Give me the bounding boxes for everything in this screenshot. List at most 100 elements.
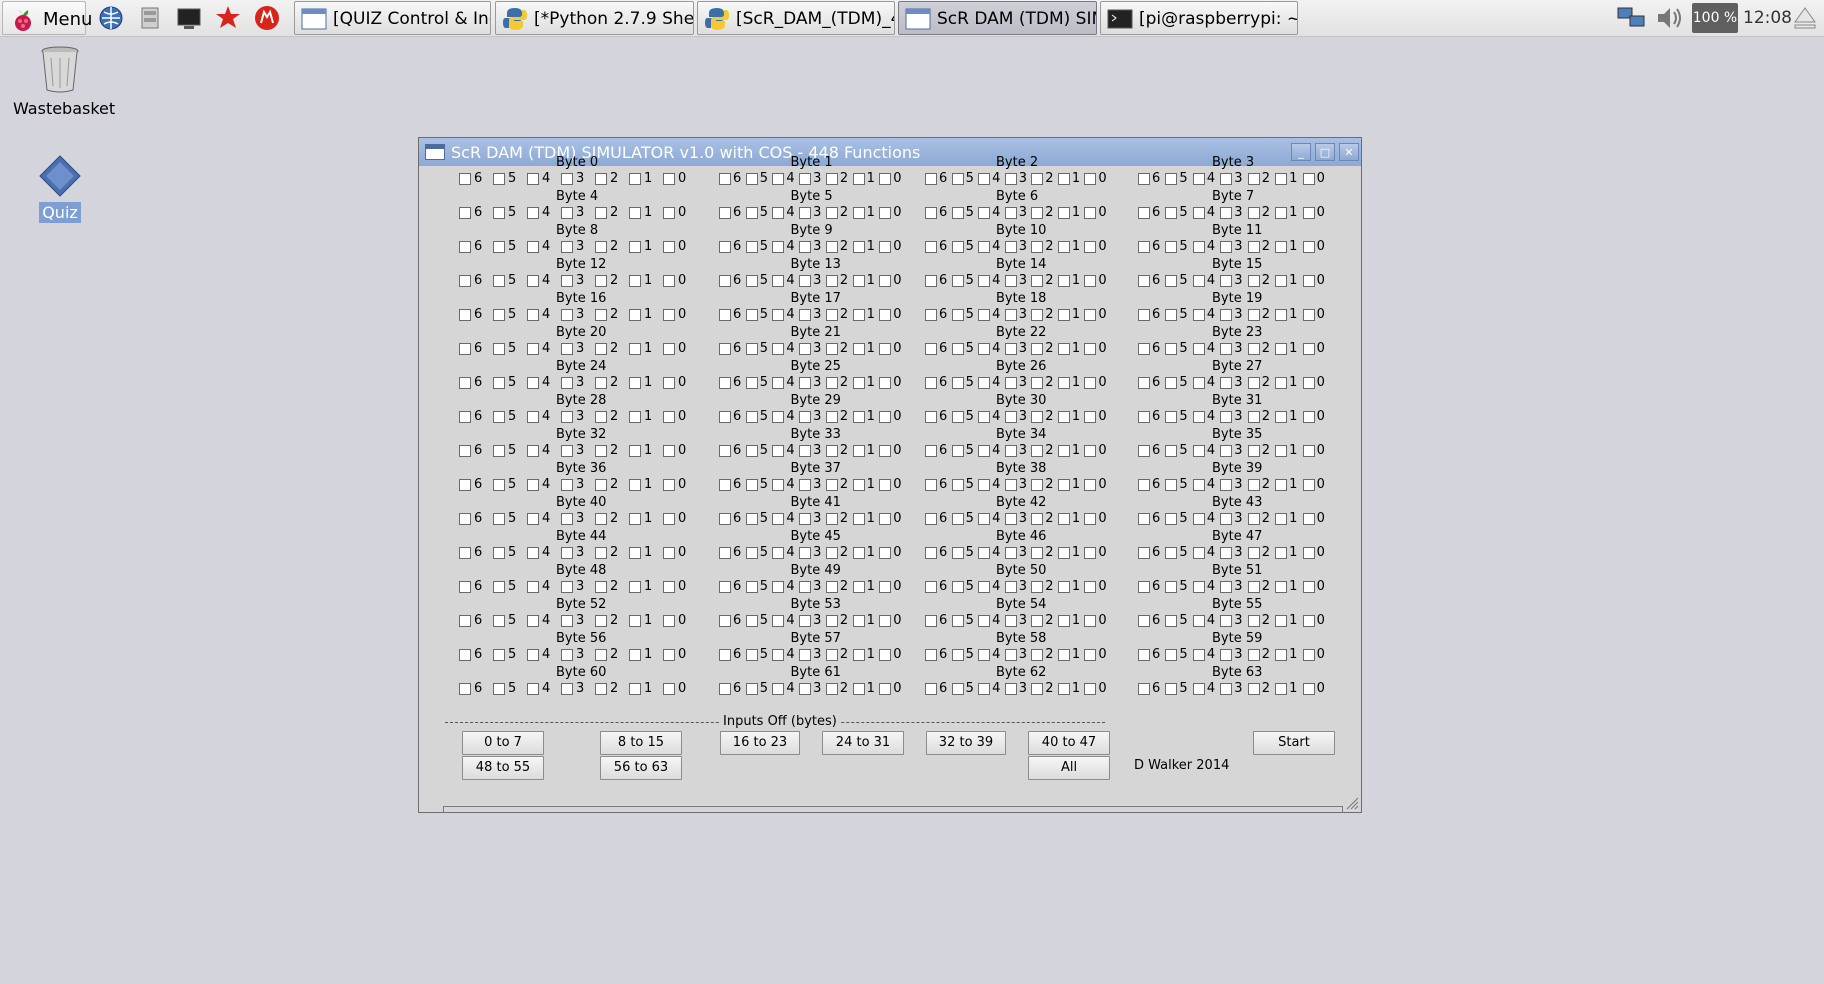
bit-checkbox[interactable] bbox=[825, 275, 838, 287]
bit-checkbox[interactable] bbox=[1165, 581, 1178, 593]
bit-checkbox[interactable] bbox=[1302, 581, 1315, 593]
bit-checkbox[interactable] bbox=[951, 207, 964, 219]
battery-indicator[interactable]: 100 % bbox=[1692, 3, 1738, 33]
bit-checkbox[interactable] bbox=[852, 309, 865, 321]
bit-checkbox[interactable] bbox=[1031, 377, 1044, 389]
bit-checkbox[interactable] bbox=[745, 479, 758, 491]
bit-checkbox[interactable] bbox=[663, 173, 675, 185]
bit-checkbox[interactable] bbox=[879, 343, 892, 355]
bit-checkbox[interactable] bbox=[1031, 309, 1044, 321]
bit-checkbox[interactable] bbox=[1220, 547, 1233, 559]
bit-checkbox[interactable] bbox=[719, 649, 731, 661]
bit-checkbox[interactable] bbox=[1192, 377, 1205, 389]
bit-checkbox[interactable] bbox=[879, 581, 892, 593]
inputs-off-0-7-button[interactable]: 0 to 7 bbox=[462, 731, 544, 755]
bit-checkbox[interactable] bbox=[799, 377, 812, 389]
bit-checkbox[interactable] bbox=[1138, 343, 1150, 355]
bit-checkbox[interactable] bbox=[1084, 615, 1097, 627]
bit-checkbox[interactable] bbox=[595, 649, 607, 661]
bit-checkbox[interactable] bbox=[799, 649, 812, 661]
bit-checkbox[interactable] bbox=[663, 513, 675, 525]
bit-checkbox[interactable] bbox=[1220, 241, 1233, 253]
bit-checkbox[interactable] bbox=[745, 445, 758, 457]
bit-checkbox[interactable] bbox=[459, 513, 471, 525]
bit-checkbox[interactable] bbox=[595, 683, 607, 695]
bit-checkbox[interactable] bbox=[629, 649, 641, 661]
bit-checkbox[interactable] bbox=[719, 173, 731, 185]
bit-checkbox[interactable] bbox=[527, 649, 539, 661]
bit-checkbox[interactable] bbox=[1004, 275, 1017, 287]
bit-checkbox[interactable] bbox=[561, 445, 573, 457]
bit-checkbox[interactable] bbox=[1004, 649, 1017, 661]
bit-checkbox[interactable] bbox=[1004, 241, 1017, 253]
bit-checkbox[interactable] bbox=[825, 445, 838, 457]
bit-checkbox[interactable] bbox=[629, 207, 641, 219]
bit-checkbox[interactable] bbox=[1192, 207, 1205, 219]
bit-checkbox[interactable] bbox=[1220, 479, 1233, 491]
bit-checkbox[interactable] bbox=[1275, 581, 1288, 593]
bit-checkbox[interactable] bbox=[527, 411, 539, 423]
bit-checkbox[interactable] bbox=[978, 445, 991, 457]
bit-checkbox[interactable] bbox=[719, 241, 731, 253]
bit-checkbox[interactable] bbox=[1165, 173, 1178, 185]
bit-checkbox[interactable] bbox=[1192, 343, 1205, 355]
bit-checkbox[interactable] bbox=[1138, 581, 1150, 593]
bit-checkbox[interactable] bbox=[1220, 445, 1233, 457]
bit-checkbox[interactable] bbox=[825, 207, 838, 219]
inputs-off-8-15-button[interactable]: 8 to 15 bbox=[600, 731, 682, 755]
bit-checkbox[interactable] bbox=[1004, 309, 1017, 321]
network-icon[interactable] bbox=[1616, 4, 1648, 32]
bit-checkbox[interactable] bbox=[561, 513, 573, 525]
inputs-off-24-31-button[interactable]: 24 to 31 bbox=[822, 731, 904, 755]
bit-checkbox[interactable] bbox=[1057, 173, 1070, 185]
bit-checkbox[interactable] bbox=[772, 547, 785, 559]
bit-checkbox[interactable] bbox=[1247, 581, 1260, 593]
bit-checkbox[interactable] bbox=[1247, 547, 1260, 559]
bit-checkbox[interactable] bbox=[825, 241, 838, 253]
bit-checkbox[interactable] bbox=[772, 445, 785, 457]
bit-checkbox[interactable] bbox=[1165, 275, 1178, 287]
bit-checkbox[interactable] bbox=[951, 343, 964, 355]
bit-checkbox[interactable] bbox=[1004, 173, 1017, 185]
bit-checkbox[interactable] bbox=[925, 649, 937, 661]
bit-checkbox[interactable] bbox=[951, 581, 964, 593]
bit-checkbox[interactable] bbox=[978, 581, 991, 593]
bit-checkbox[interactable] bbox=[1057, 207, 1070, 219]
bit-checkbox[interactable] bbox=[951, 411, 964, 423]
bit-checkbox[interactable] bbox=[951, 445, 964, 457]
bit-checkbox[interactable] bbox=[1031, 479, 1044, 491]
bit-checkbox[interactable] bbox=[1004, 683, 1017, 695]
maximize-button[interactable]: □ bbox=[1315, 143, 1335, 161]
bit-checkbox[interactable] bbox=[527, 173, 539, 185]
bit-checkbox[interactable] bbox=[1057, 683, 1070, 695]
bit-checkbox[interactable] bbox=[925, 411, 937, 423]
eject-icon[interactable] bbox=[1792, 5, 1818, 31]
bit-checkbox[interactable] bbox=[772, 241, 785, 253]
bit-checkbox[interactable] bbox=[1275, 241, 1288, 253]
bit-checkbox[interactable] bbox=[1220, 513, 1233, 525]
bit-checkbox[interactable] bbox=[925, 275, 937, 287]
bit-checkbox[interactable] bbox=[527, 207, 539, 219]
bit-checkbox[interactable] bbox=[1275, 343, 1288, 355]
bit-checkbox[interactable] bbox=[459, 275, 471, 287]
bit-checkbox[interactable] bbox=[1057, 411, 1070, 423]
bit-checkbox[interactable] bbox=[1247, 649, 1260, 661]
bit-checkbox[interactable] bbox=[1275, 513, 1288, 525]
bit-checkbox[interactable] bbox=[1031, 547, 1044, 559]
bit-checkbox[interactable] bbox=[595, 207, 607, 219]
bit-checkbox[interactable] bbox=[493, 547, 505, 559]
bit-checkbox[interactable] bbox=[1302, 683, 1315, 695]
bit-checkbox[interactable] bbox=[978, 649, 991, 661]
bit-checkbox[interactable] bbox=[1165, 343, 1178, 355]
bit-checkbox[interactable] bbox=[459, 445, 471, 457]
bit-checkbox[interactable] bbox=[1084, 445, 1097, 457]
bit-checkbox[interactable] bbox=[1084, 411, 1097, 423]
bit-checkbox[interactable] bbox=[1084, 275, 1097, 287]
bit-checkbox[interactable] bbox=[629, 343, 641, 355]
bit-checkbox[interactable] bbox=[527, 479, 539, 491]
bit-checkbox[interactable] bbox=[1031, 275, 1044, 287]
bit-checkbox[interactable] bbox=[527, 377, 539, 389]
bit-checkbox[interactable] bbox=[629, 241, 641, 253]
bit-checkbox[interactable] bbox=[1084, 479, 1097, 491]
bit-checkbox[interactable] bbox=[719, 309, 731, 321]
